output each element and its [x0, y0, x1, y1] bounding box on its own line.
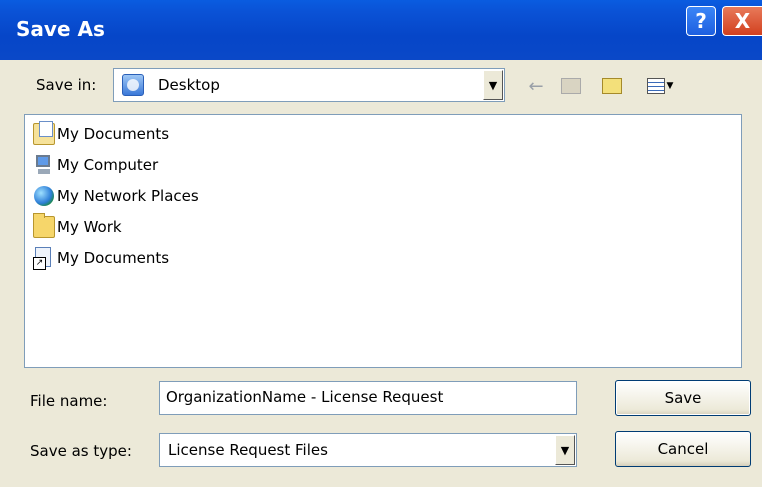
save-in-dropdown[interactable]: Desktop ▼ — [113, 68, 505, 102]
list-item-label: My Network Places — [57, 187, 199, 205]
list-item-label: My Documents — [57, 249, 170, 267]
list-item[interactable]: My Computer — [33, 152, 158, 178]
list-item-label: My Computer — [57, 156, 159, 174]
save-in-value: Desktop — [158, 76, 220, 94]
back-arrow-icon[interactable]: ← — [524, 74, 548, 98]
shortcut-icon — [33, 247, 55, 270]
cancel-button-label: Cancel — [657, 440, 709, 458]
help-button[interactable]: ? — [686, 6, 716, 36]
list-item[interactable]: My Documents — [33, 121, 169, 147]
list-item[interactable]: My Work — [33, 213, 122, 240]
save-as-dialog: Save As ? X Save in: Desktop ▼ ← ✱ ▼ My … — [0, 0, 762, 487]
new-folder-icon[interactable] — [600, 74, 624, 98]
chevron-down-icon[interactable]: ▼ — [483, 70, 503, 100]
folder-icon — [33, 213, 55, 238]
dialog-title: Save As — [16, 17, 105, 41]
list-item[interactable]: My Documents — [33, 245, 169, 271]
close-button[interactable]: X — [722, 6, 762, 36]
save-button-label: Save — [664, 389, 702, 407]
up-folder-icon[interactable] — [559, 74, 583, 98]
save-as-type-value: License Request Files — [168, 441, 328, 459]
file-list[interactable]: My Documents My Computer My Network Plac… — [24, 114, 742, 368]
my-documents-icon — [33, 121, 55, 145]
network-places-icon — [33, 185, 55, 207]
help-icon: ? — [695, 9, 707, 33]
title-bar[interactable]: Save As ? X — [0, 0, 762, 60]
close-icon: X — [734, 9, 751, 33]
cancel-button[interactable]: Cancel — [615, 431, 751, 467]
save-as-type-label: Save as type: — [30, 442, 132, 460]
desktop-icon — [122, 74, 144, 96]
file-name-label: File name: — [30, 392, 108, 410]
chevron-down-icon[interactable]: ▼ — [555, 435, 575, 465]
save-button[interactable]: Save — [615, 380, 751, 416]
save-as-type-dropdown[interactable]: License Request Files ▼ — [159, 433, 577, 467]
list-item-label: My Documents — [57, 125, 170, 143]
my-computer-icon — [33, 154, 55, 176]
list-item[interactable]: My Network Places — [33, 183, 199, 209]
list-item-label: My Work — [57, 218, 122, 236]
file-name-input[interactable]: OrganizationName - License Request — [159, 381, 577, 415]
save-in-label: Save in: — [36, 76, 97, 94]
views-menu-icon[interactable]: ▼ — [642, 74, 678, 98]
